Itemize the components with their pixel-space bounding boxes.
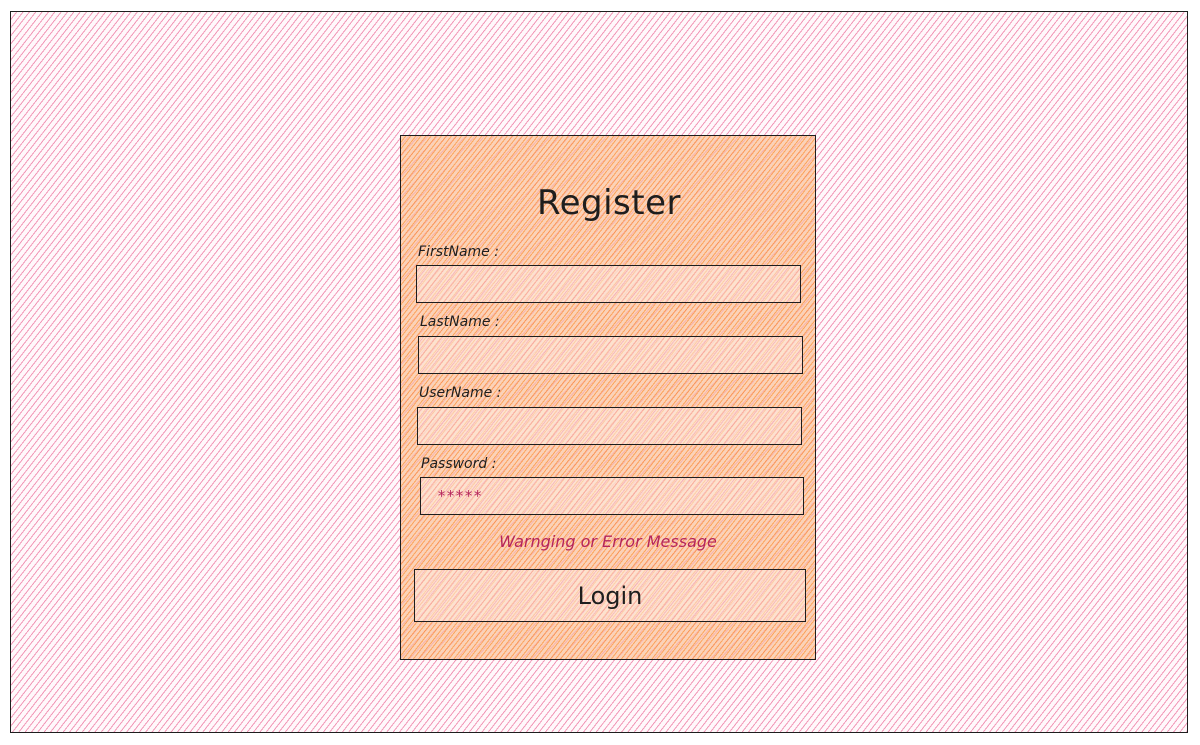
- password-input[interactable]: [420, 477, 804, 515]
- last-name-label: LastName :: [420, 314, 500, 330]
- user-name-input[interactable]: [417, 407, 802, 445]
- first-name-input[interactable]: [416, 265, 801, 303]
- password-label: Password :: [421, 456, 497, 472]
- first-name-label: FirstName :: [418, 244, 499, 260]
- last-name-input[interactable]: [418, 336, 803, 374]
- form-title: Register: [537, 183, 681, 223]
- user-name-label: UserName :: [419, 385, 502, 401]
- login-button[interactable]: Login: [414, 569, 806, 622]
- error-message: Warnging or Error Message: [499, 532, 717, 551]
